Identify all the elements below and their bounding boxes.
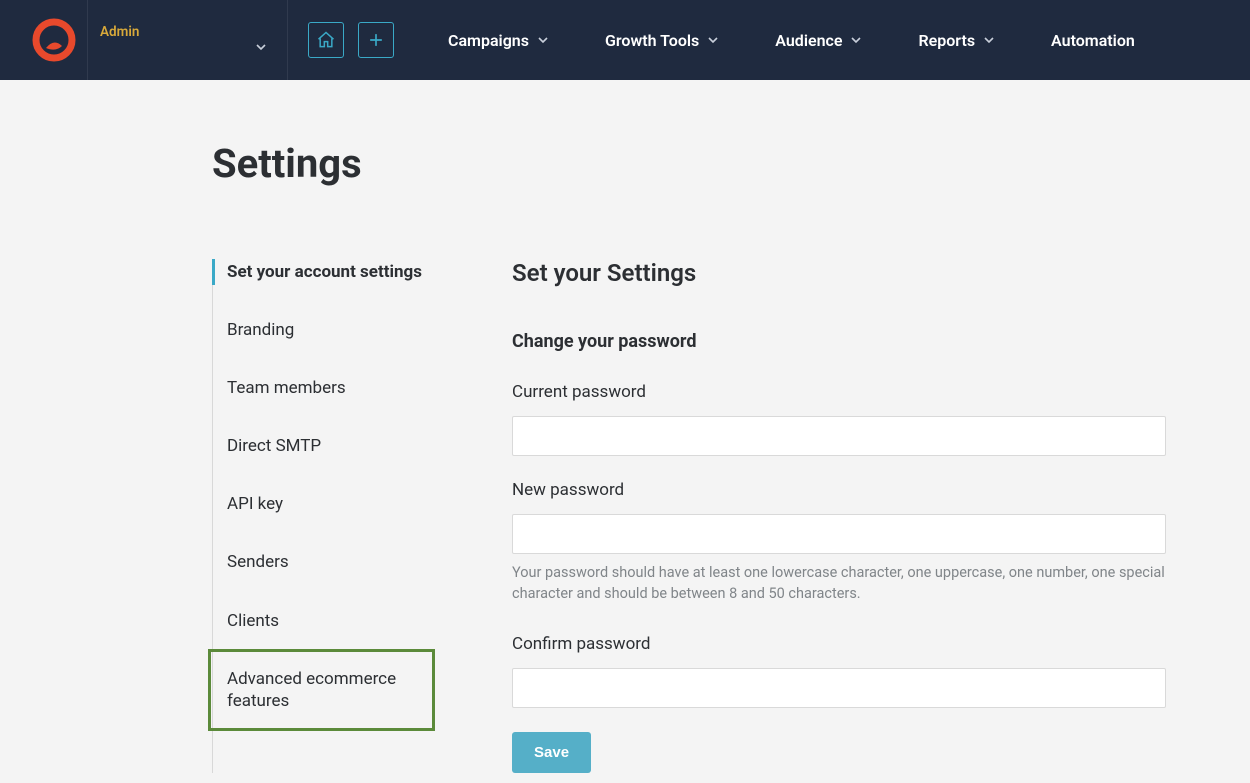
nav-automation[interactable]: Automation	[1051, 31, 1135, 50]
chevron-down-icon	[707, 31, 719, 50]
sidebar-item-advanced-ecommerce[interactable]: Advanced ecommerce features	[209, 650, 434, 730]
logo-icon	[32, 18, 76, 62]
sidebar-item-senders[interactable]: Senders	[213, 533, 434, 591]
current-password-input[interactable]	[512, 416, 1166, 456]
nav-label: Growth Tools	[605, 31, 699, 50]
add-button[interactable]	[358, 22, 394, 58]
settings-content: Set your account settings Branding Team …	[212, 259, 1250, 773]
sidebar-item-direct-smtp[interactable]: Direct SMTP	[213, 417, 434, 475]
chevron-down-icon	[850, 31, 862, 50]
subsection-title: Change your password	[512, 331, 1166, 352]
save-button[interactable]: Save	[512, 732, 591, 773]
sidebar-item-label: Team members	[227, 378, 346, 398]
sidebar-item-label: Clients	[227, 611, 279, 631]
logo[interactable]	[20, 0, 88, 80]
nav-growth-tools[interactable]: Growth Tools	[605, 31, 719, 50]
sidebar-item-label: API key	[227, 494, 283, 514]
quick-actions	[308, 22, 408, 58]
nav-label: Reports	[918, 31, 975, 50]
home-icon	[316, 30, 336, 50]
chevron-down-icon	[983, 31, 995, 50]
home-button[interactable]	[308, 22, 344, 58]
nav-label: Audience	[775, 31, 842, 50]
sidebar-item-label: Advanced ecommerce features	[227, 669, 396, 711]
settings-main: Set your Settings Change your password C…	[512, 259, 1166, 773]
chevron-down-icon	[537, 31, 549, 50]
sidebar-item-api-key[interactable]: API key	[213, 475, 434, 533]
nav-label: Campaigns	[448, 31, 529, 50]
sidebar-item-label: Direct SMTP	[227, 436, 321, 456]
chevron-down-icon	[255, 38, 267, 57]
nav-reports[interactable]: Reports	[918, 31, 995, 50]
sidebar-item-branding[interactable]: Branding	[213, 301, 434, 359]
nav-campaigns[interactable]: Campaigns	[448, 31, 549, 50]
confirm-password-label: Confirm password	[512, 634, 1166, 654]
section-title: Set your Settings	[512, 259, 1166, 287]
nav-audience[interactable]: Audience	[775, 31, 862, 50]
confirm-password-input[interactable]	[512, 668, 1166, 708]
page-title: Settings	[212, 140, 1250, 187]
password-hint: Your password should have at least one l…	[512, 562, 1166, 604]
plus-icon	[366, 30, 386, 50]
nav-label: Automation	[1051, 31, 1135, 50]
top-nav: Admin Campaigns Growth Tools Audience	[0, 0, 1250, 80]
sidebar-item-label: Branding	[227, 320, 294, 340]
current-password-label: Current password	[512, 382, 1166, 402]
nav-links: Campaigns Growth Tools Audience Reports …	[448, 31, 1135, 50]
new-password-label: New password	[512, 480, 1166, 500]
page-body: Settings Set your account settings Brand…	[0, 80, 1250, 773]
sidebar-item-team-members[interactable]: Team members	[213, 359, 434, 417]
sidebar-item-clients[interactable]: Clients	[213, 592, 434, 650]
settings-sidebar: Set your account settings Branding Team …	[212, 259, 434, 773]
sidebar-item-label: Senders	[227, 552, 289, 572]
new-password-input[interactable]	[512, 514, 1166, 554]
sidebar-item-label: Set your account settings	[227, 262, 422, 282]
admin-account-selector[interactable]: Admin	[88, 0, 288, 80]
sidebar-item-account-settings[interactable]: Set your account settings	[213, 259, 434, 301]
admin-label: Admin	[100, 24, 139, 40]
